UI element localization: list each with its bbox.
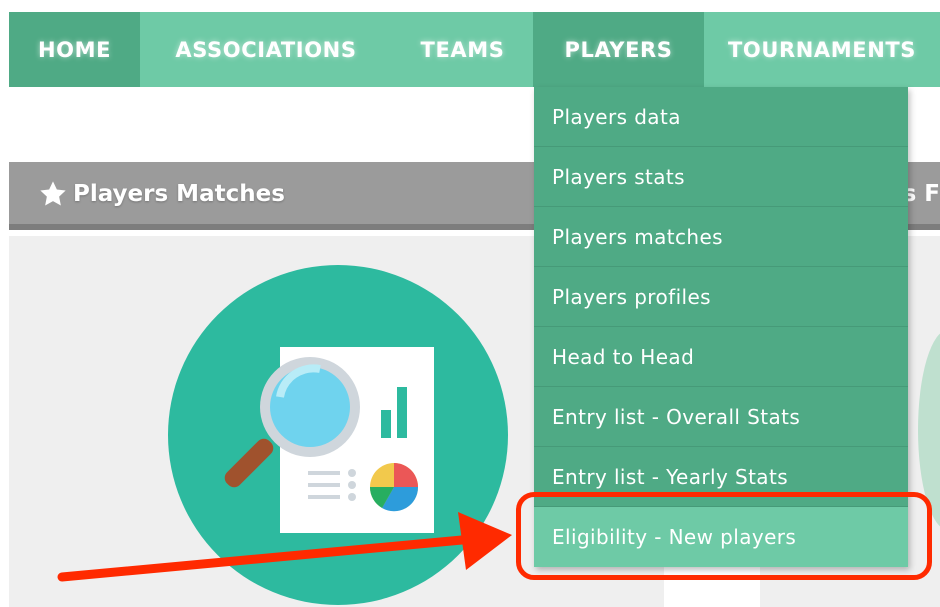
- nav-teams[interactable]: TEAMS: [392, 12, 533, 87]
- top-nav: HOME ASSOCIATIONS TEAMS PLAYERS TOURNAME…: [9, 12, 940, 87]
- annotation-highlight-box: [516, 492, 932, 580]
- nav-tournaments[interactable]: TOURNAMENTS: [704, 12, 940, 87]
- menu-item-players-data[interactable]: Players data: [534, 87, 908, 147]
- menu-item-head-to-head[interactable]: Head to Head: [534, 327, 908, 387]
- star-icon: [40, 181, 66, 206]
- menu-item-entry-list-overall[interactable]: Entry list - Overall Stats: [534, 387, 908, 447]
- menu-item-players-profiles[interactable]: Players profiles: [534, 267, 908, 327]
- section-title-partial: s F: [902, 181, 940, 207]
- nav-associations[interactable]: ASSOCIATIONS: [140, 12, 392, 87]
- nav-home[interactable]: HOME: [9, 12, 140, 87]
- menu-item-players-matches[interactable]: Players matches: [534, 207, 908, 267]
- nav-players[interactable]: PLAYERS: [533, 12, 704, 87]
- menu-item-players-stats[interactable]: Players stats: [534, 147, 908, 207]
- magnifier-report-icon[interactable]: [168, 265, 508, 605]
- section-title: Players Matches: [73, 181, 285, 207]
